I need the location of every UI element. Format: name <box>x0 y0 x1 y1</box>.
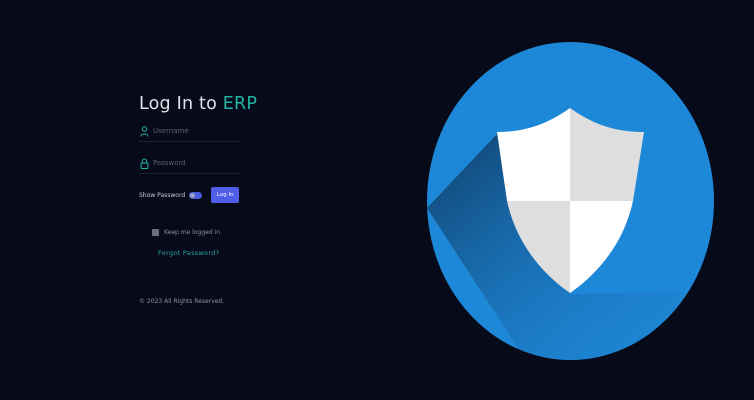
lock-icon <box>139 157 149 169</box>
user-icon <box>139 125 149 137</box>
username-input[interactable] <box>153 127 233 135</box>
show-password-row: Show Password Log In <box>139 187 239 203</box>
copyright-text: © 2023 All Rights Reserved. <box>139 298 225 305</box>
toggle-knob <box>190 192 196 198</box>
show-password-label: Show Password <box>139 191 186 199</box>
page-title: Log In to ERP <box>139 92 257 116</box>
password-field <box>139 153 239 174</box>
forgot-password-link[interactable]: Forgot Password? <box>158 249 219 257</box>
title-accent: ERP <box>222 94 258 114</box>
login-page: Log In to ERP Show Password <box>0 0 754 400</box>
password-input[interactable] <box>153 159 233 167</box>
title-prefix: Log In to <box>139 94 218 114</box>
keep-logged-in-checkbox[interactable] <box>152 229 159 236</box>
username-field <box>139 121 239 142</box>
keep-logged-in-row: Keep me logged in <box>152 229 220 236</box>
shield-icon <box>427 42 714 360</box>
login-button[interactable]: Log In <box>211 187 239 203</box>
show-password-toggle[interactable] <box>189 191 203 199</box>
login-form: Log In to ERP Show Password <box>139 92 257 203</box>
keep-logged-in-label: Keep me logged in <box>164 229 221 236</box>
